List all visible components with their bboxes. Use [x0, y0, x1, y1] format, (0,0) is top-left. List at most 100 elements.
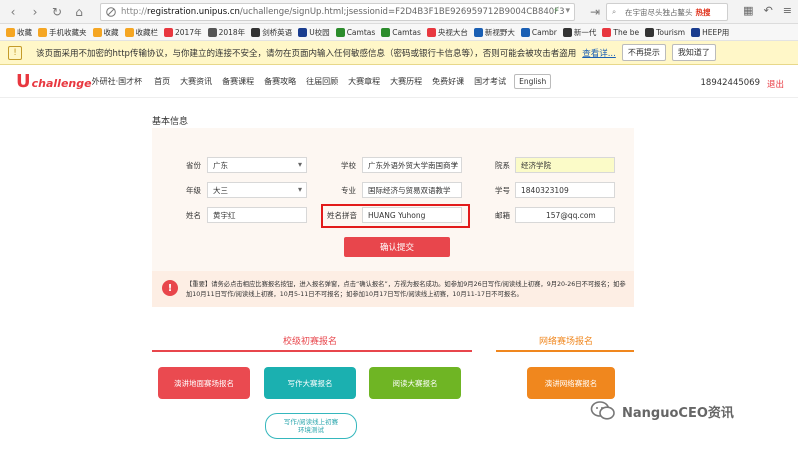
site-header: U challenge 外研社·国才杯 首页 大赛资讯 备赛课程 备赛攻略 往届回顾 大赛… — [0, 66, 798, 98]
url-host: registration.unipus.cn — [147, 7, 240, 17]
bookmark-icon — [38, 27, 47, 37]
bookmark-label: 收藏栏 — [135, 27, 159, 37]
bookmark-label: Tourism — [656, 27, 686, 37]
uchallenge-logo[interactable]: U challenge — [16, 72, 92, 90]
bookmark-icon — [520, 27, 530, 37]
bookmarks-bar: 收藏 手机收藏夹 收藏 收藏栏 2017年 2018年 剑桥英语 U校园 Camtas Camta… — [0, 24, 798, 41]
bookmark-icon — [298, 27, 308, 37]
bookmark-label: 收藏 — [103, 27, 119, 37]
alert-icon: ! — [162, 280, 178, 296]
school-value: 广东外语外贸大学南国商学 — [368, 160, 458, 170]
nav-item[interactable]: 大赛章程 — [348, 76, 380, 87]
reload-icon[interactable]: ↻ — [48, 3, 66, 21]
bookmark-icon — [381, 27, 391, 37]
major-field[interactable]: 国际经济与贸易双语教学 — [362, 182, 462, 198]
logo-text: challenge — [31, 76, 92, 90]
bookmark-item[interactable]: U校园 — [298, 27, 330, 38]
nav-item[interactable]: 大赛历程 — [390, 76, 422, 87]
confirm-submit-button[interactable]: 确认提交 — [344, 237, 450, 257]
email-field[interactable]: 157@qq.com — [515, 207, 615, 223]
site-info-icon[interactable] — [105, 6, 117, 18]
no-remind-button[interactable]: 不再提示 — [621, 44, 666, 61]
logo-subtitle: 外研社·国才杯 — [91, 77, 143, 86]
warning-text: 该页面采用不加密的http传输协议，与你建立的连接不安全，请勿在页面内输入任何敏… — [36, 48, 577, 59]
grade-label: 年级 — [186, 186, 201, 195]
bookmark-item[interactable]: 收藏 — [6, 27, 32, 38]
province-value: 广东 — [213, 160, 228, 170]
pinyin-highlight-box — [321, 204, 470, 228]
wechat-icon — [590, 401, 615, 420]
view-details-link[interactable]: 查看详... — [582, 47, 616, 59]
lightning-icon[interactable]: ⚡ — [553, 6, 559, 16]
bookmark-item[interactable]: Cambr — [520, 27, 557, 37]
bookmark-item[interactable]: 央视大台 — [426, 27, 468, 38]
bookmark-label: 2018年 — [218, 27, 246, 37]
insecure-warning-bar: ! 该页面采用不加密的http传输协议，与你建立的连接不安全，请勿在页面内输入任… — [0, 41, 798, 65]
warning-icon: ! — [8, 45, 22, 60]
menu-icon[interactable]: ≡ — [783, 4, 792, 17]
undo-icon[interactable]: ↶ — [764, 4, 773, 17]
bookmark-label: 2017年 — [175, 27, 202, 37]
nav-item[interactable]: 国才考试 — [474, 76, 506, 87]
url-prefix: http:// — [121, 7, 148, 17]
nav-item[interactable]: 免费好课 — [432, 76, 464, 87]
environment-test-button[interactable]: 写作/阅读线上初赛 环境测试 — [265, 413, 357, 439]
bookmark-label: 新一代 — [573, 27, 597, 37]
bookmark-item[interactable]: 2017年 — [164, 27, 202, 38]
bookmark-item[interactable]: HEEP用 — [691, 27, 729, 38]
nav-item[interactable]: 大赛资讯 — [180, 76, 212, 87]
bookmark-item[interactable]: 2018年 — [207, 27, 246, 38]
bookmark-item[interactable]: Camtas — [335, 27, 375, 37]
school-select[interactable]: 广东外语外贸大学南国商学 — [362, 157, 462, 173]
bookmark-icon — [691, 27, 701, 37]
province-select[interactable]: 广东 — [207, 157, 307, 173]
bookmark-icon — [335, 27, 345, 37]
bookmark-item[interactable]: Tourism — [645, 27, 686, 37]
student-id-value: 1840323109 — [521, 185, 569, 195]
bookmark-label: 央视大台 — [437, 27, 468, 37]
college-value: 经济学院 — [521, 160, 551, 170]
nav-item[interactable]: 首页 — [154, 76, 170, 87]
bookmark-icon — [473, 27, 483, 37]
nav-item[interactable]: 往届回顾 — [306, 76, 338, 87]
got-it-button[interactable]: 我知道了 — [671, 44, 716, 61]
reading-signup-button[interactable]: 阅读大赛报名 — [369, 367, 461, 399]
bookmark-label: Cambr — [531, 27, 557, 37]
search-box[interactable]: ⌕ 在宇宙尽头独占鳌头 热搜 — [606, 3, 728, 21]
grade-select[interactable]: 大三 — [207, 182, 307, 198]
english-button[interactable]: English — [514, 74, 552, 89]
speech-online-signup-button[interactable]: 演讲网络赛报名 — [527, 367, 615, 399]
forward-icon[interactable]: › — [26, 3, 44, 21]
bookmark-item[interactable]: Camtas — [381, 27, 421, 37]
bookmark-item[interactable]: 收藏栏 — [124, 27, 159, 38]
writing-signup-button[interactable]: 写作大赛报名 — [264, 367, 356, 399]
bookmark-label: 剑桥英语 — [262, 27, 293, 37]
chevron-down-icon[interactable]: ▾ — [565, 6, 570, 16]
name-field[interactable]: 黄宇红 — [207, 207, 307, 223]
bookmark-item[interactable]: 手机收藏夹 — [38, 27, 87, 38]
speech-ground-signup-button[interactable]: 演讲地面赛场报名 — [158, 367, 250, 399]
nav-item[interactable]: 备赛攻略 — [264, 76, 296, 87]
watermark: NanguoCEO资讯 — [590, 400, 734, 422]
student-id-field[interactable]: 1840323109 — [515, 182, 615, 198]
nav-item[interactable]: 备赛课程 — [222, 76, 254, 87]
bookmark-label: Camtas — [392, 27, 421, 37]
back-icon[interactable]: ‹ — [4, 3, 22, 21]
address-bar[interactable]: http:// registration.unipus.cn /uchallen… — [100, 3, 575, 21]
bookmark-item[interactable]: 收藏 — [92, 27, 119, 38]
apps-grid-icon[interactable]: ▦ — [743, 4, 753, 17]
url-path: /uchallenge/signUp.html;jsessionid=F2D4B… — [239, 7, 565, 17]
user-phone[interactable]: 18942445069 — [701, 78, 761, 88]
home-icon[interactable]: ⌂ — [70, 3, 88, 21]
college-field[interactable]: 经济学院 — [515, 157, 615, 173]
bookmark-item[interactable]: The be — [602, 27, 639, 37]
logout-link[interactable]: 退出 — [767, 78, 784, 90]
bookmark-icon — [164, 27, 173, 37]
bookmark-icon — [602, 27, 612, 37]
bookmark-label: U校园 — [309, 27, 330, 37]
bookmark-item[interactable]: 剑桥英语 — [251, 27, 292, 38]
bookmark-item[interactable]: 新一代 — [562, 27, 597, 38]
sidebar-toggle-icon[interactable]: ⇥ — [586, 3, 604, 21]
bookmark-item[interactable]: 新视野大 — [473, 27, 515, 38]
bookmark-label: 手机收藏夹 — [49, 27, 87, 37]
